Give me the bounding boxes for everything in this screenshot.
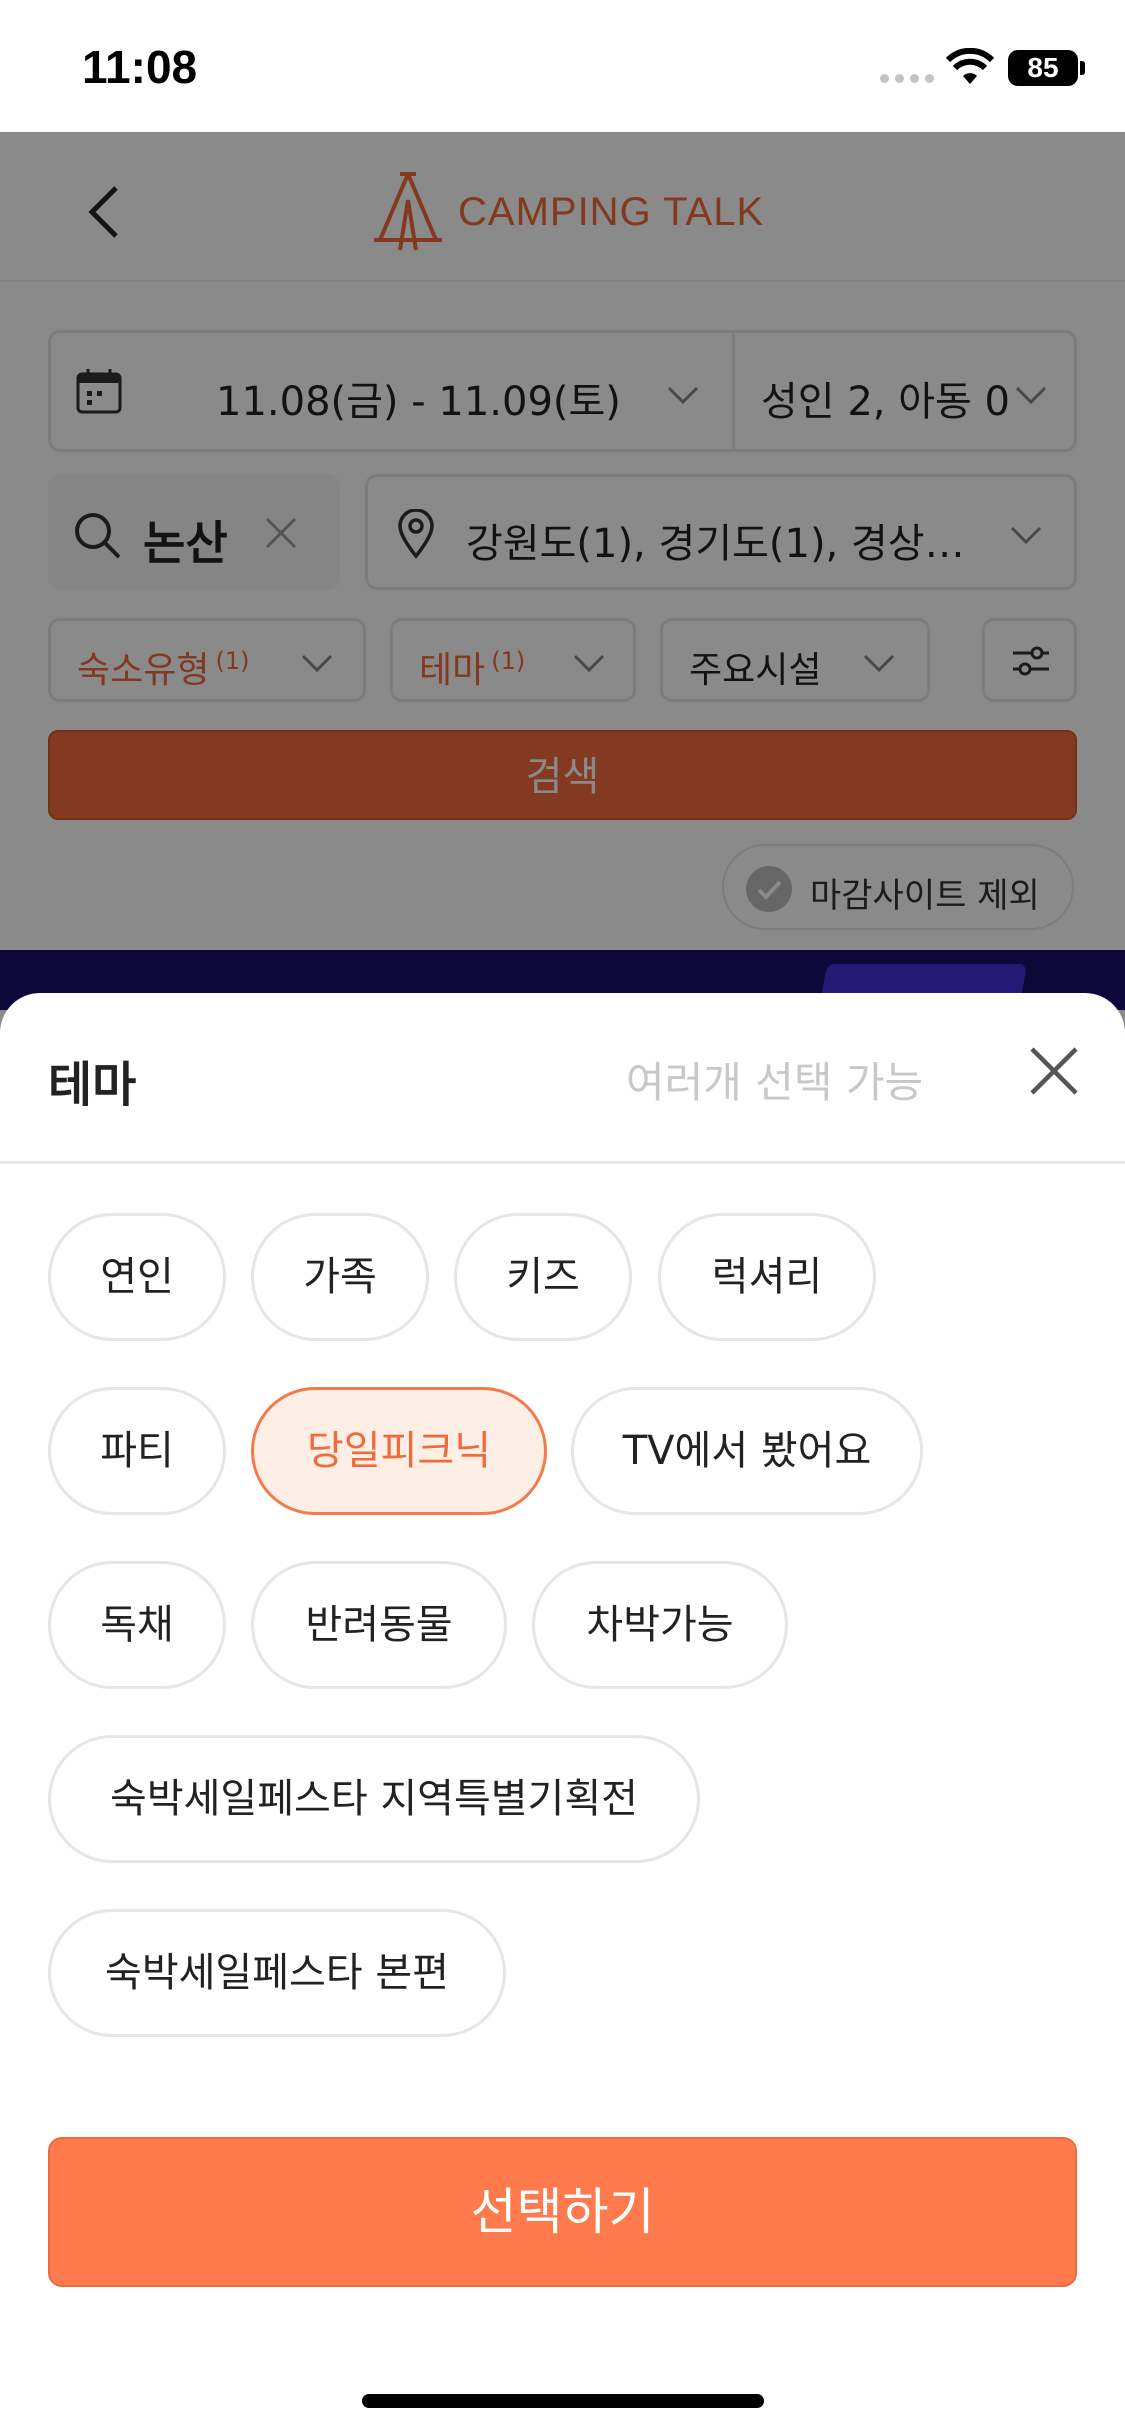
theme-chip-family[interactable]: 가족 <box>251 1213 429 1341</box>
select-button[interactable]: 선택하기 <box>48 2137 1077 2287</box>
status-bar: 11:08 85 <box>0 0 1125 132</box>
theme-chip-pets[interactable]: 반려동물 <box>251 1561 507 1689</box>
theme-chip-private-cabin[interactable]: 독채 <box>48 1561 226 1689</box>
theme-chip-car-camping[interactable]: 차박가능 <box>532 1561 788 1689</box>
theme-chip-sale-festa-main[interactable]: 숙박세일페스타 본편 <box>48 1909 506 2037</box>
sheet-title: 테마 <box>48 1057 137 1113</box>
theme-chip-seen-on-tv[interactable]: TV에서 봤어요 <box>571 1387 923 1515</box>
theme-chip-luxury[interactable]: 럭셔리 <box>658 1213 876 1341</box>
theme-chip-couple[interactable]: 연인 <box>48 1213 226 1341</box>
sheet-hint: 여러개 선택 가능 <box>626 1058 924 1107</box>
theme-bottom-sheet: 테마 여러개 선택 가능 연인 가족 키즈 럭셔리 파티 당일피크닉 TV에서 … <box>0 993 1125 2436</box>
wifi-icon <box>945 48 995 84</box>
home-indicator[interactable] <box>362 2394 764 2408</box>
theme-chip-party[interactable]: 파티 <box>48 1387 226 1515</box>
status-time: 11:08 <box>82 41 198 93</box>
theme-chip-kids[interactable]: 키즈 <box>454 1213 632 1341</box>
sheet-divider <box>0 1161 1125 1164</box>
cellular-signal-icon <box>880 74 934 83</box>
theme-chip-day-picnic[interactable]: 당일피크닉 <box>251 1387 547 1515</box>
battery-icon: 85 <box>1008 50 1078 86</box>
close-icon[interactable] <box>1026 1043 1082 1099</box>
battery-tip <box>1080 61 1085 75</box>
theme-chip-sale-festa-regional[interactable]: 숙박세일페스타 지역특별기획전 <box>48 1735 700 1863</box>
